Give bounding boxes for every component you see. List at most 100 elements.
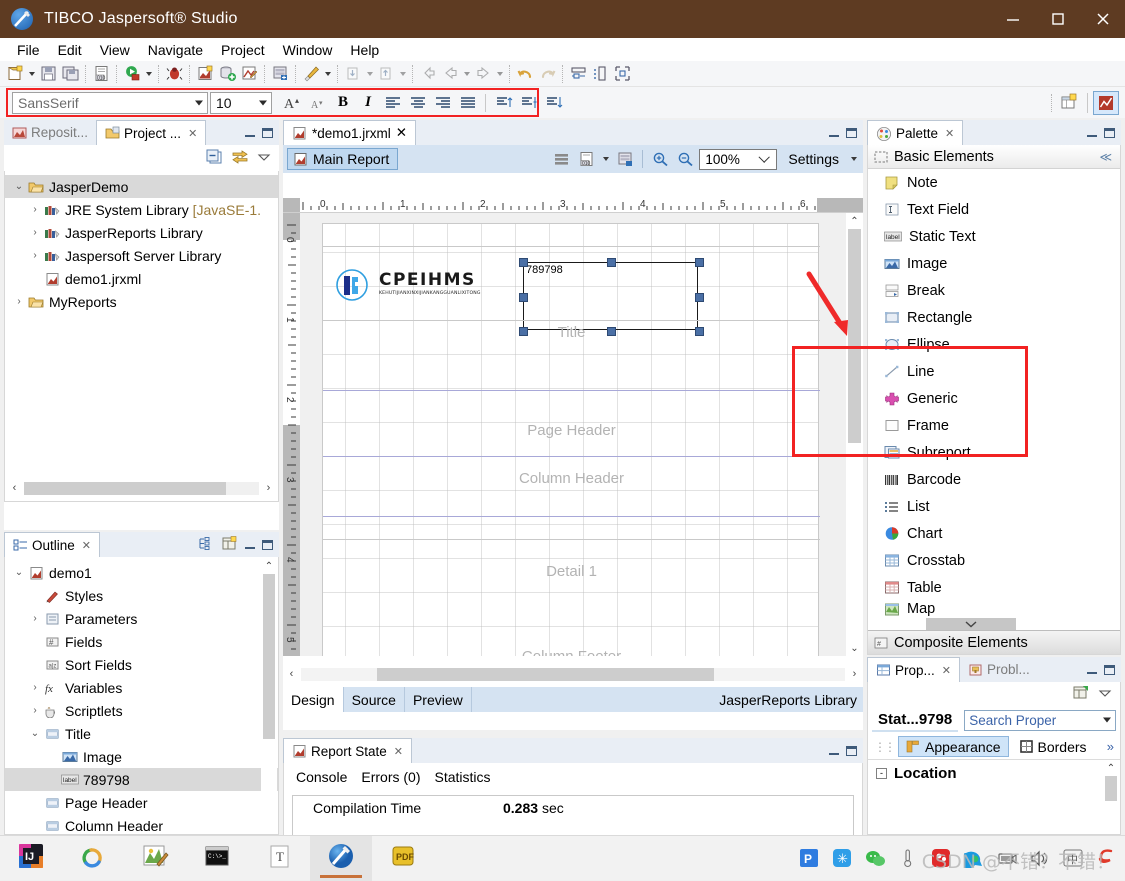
maximize-icon[interactable] [1104, 127, 1115, 138]
close-icon[interactable]: ✕ [394, 745, 403, 758]
taskbar-intellij-idea[interactable]: IJ [0, 836, 62, 881]
minimize-icon[interactable] [245, 540, 255, 549]
export-icon[interactable] [375, 63, 397, 85]
new-jasper-report-icon[interactable] [194, 63, 216, 85]
format-brush-icon[interactable] [300, 63, 322, 85]
outline-item-demo1[interactable]: ⌄ demo1 [5, 561, 278, 584]
drag-handle[interactable]: ⋮⋮ [874, 740, 896, 754]
zoom-in-icon[interactable] [649, 148, 671, 170]
resize-handle-ne[interactable] [695, 258, 704, 267]
new-style-wizard-icon[interactable] [238, 63, 260, 85]
outline-vertical-scrollbar[interactable]: ⌃ ⌄ [261, 558, 277, 833]
show-properties-icon[interactable] [221, 535, 238, 554]
editor-vertical-scrollbar[interactable]: ⌃ ⌄ [846, 213, 863, 656]
resize-handle-n[interactable] [607, 258, 616, 267]
menu-file[interactable]: File [8, 40, 49, 60]
scroll-right-icon[interactable]: › [260, 480, 277, 497]
scroll-thumb[interactable] [263, 574, 275, 740]
zoom-level-combo[interactable]: 100% [699, 148, 778, 170]
close-icon[interactable]: ✕ [945, 127, 954, 140]
chevron-down-icon[interactable]: ⌄ [11, 181, 27, 192]
chevron-down-icon[interactable] [1103, 717, 1111, 723]
subtab-borders[interactable]: Borders [1013, 736, 1094, 757]
outline-item-title-band[interactable]: ⌄ Title [5, 722, 278, 745]
report-perspective-icon[interactable] [1093, 90, 1119, 115]
decrease-font-size-icon[interactable]: A ▾ [306, 91, 330, 115]
tab-source[interactable]: Source [344, 687, 405, 712]
taskbar-terminal[interactable]: C:\>_ [186, 836, 248, 881]
back-arrow-icon[interactable] [439, 63, 461, 85]
minimize-icon[interactable] [1087, 665, 1097, 674]
align-center-icon[interactable] [406, 91, 430, 115]
maximize-icon[interactable] [262, 127, 273, 138]
settings-button[interactable]: Settings [780, 151, 845, 167]
tencent-meeting-icon[interactable] [963, 847, 985, 869]
minimize-button[interactable] [990, 0, 1035, 38]
tab-palette[interactable]: Palette ✕ [867, 120, 964, 145]
tab-report-state[interactable]: Report State ✕ [283, 738, 413, 763]
valign-top-icon[interactable] [492, 91, 516, 115]
outline-item-styles[interactable]: Styles [5, 584, 278, 607]
outline-item-page-header[interactable]: Page Header [5, 791, 278, 814]
tab-design[interactable]: Design [283, 687, 344, 712]
run-dropdown-caret[interactable] [143, 63, 154, 85]
tree-item-jasperdemo[interactable]: ⌄ JasperDemo [5, 175, 278, 198]
palette-item-break[interactable]: Break [868, 277, 1120, 304]
palette-item-map[interactable]: Map [868, 601, 1120, 617]
collapse-all-icon[interactable] [206, 149, 223, 168]
minimize-icon[interactable] [829, 746, 839, 755]
chevron-down-icon[interactable]: ⌄ [27, 728, 43, 739]
collapse-group-icon[interactable]: ≪ [1099, 150, 1120, 164]
new-icon[interactable] [4, 63, 26, 85]
wechat-icon[interactable] [864, 847, 886, 869]
tree-item-myreports[interactable]: › MyReports [5, 290, 278, 313]
thermometer-icon[interactable] [897, 847, 919, 869]
palette-item-line[interactable]: Line [868, 358, 1120, 385]
palette-item-crosstab[interactable]: Crosstab [868, 547, 1120, 574]
forward-arrow-icon[interactable] [472, 63, 494, 85]
palette-group-composite-elements[interactable]: # Composite Elements [868, 630, 1120, 654]
maximize-button[interactable] [1035, 0, 1080, 38]
close-icon[interactable]: ✕ [942, 664, 951, 677]
logo-image-element[interactable]: CPEIHMS KEHUTIJIANXINXIJIANKANGGUANLIXIT… [333, 269, 493, 305]
palette-item-rectangle[interactable]: Rectangle [868, 304, 1120, 331]
outline-item-sort-fields[interactable]: a|z Sort Fields [5, 653, 278, 676]
close-icon[interactable]: ✕ [396, 125, 407, 141]
scroll-thumb[interactable] [24, 481, 227, 495]
font-size-combo[interactable]: 10 [210, 91, 272, 114]
valign-bottom-icon[interactable] [542, 91, 566, 115]
tab-problems[interactable]: Probl... [960, 657, 1038, 682]
resize-handle-w[interactable] [519, 293, 528, 302]
band-list-icon[interactable] [550, 148, 572, 170]
main-report-button[interactable]: Main Report [287, 148, 399, 170]
tree-item-jaspersoft-server-library[interactable]: › Jaspersoft Server Library [5, 244, 278, 267]
view-menu-icon[interactable] [1098, 687, 1112, 702]
back-history-icon[interactable] [417, 63, 439, 85]
resize-handle-e[interactable] [695, 293, 704, 302]
italic-icon[interactable]: I [356, 91, 380, 115]
close-icon[interactable]: ✕ [82, 539, 91, 552]
chevron-right-icon[interactable]: › [27, 250, 43, 261]
powerpoint-icon[interactable]: P [798, 847, 820, 869]
undo-icon[interactable] [514, 63, 536, 85]
editor-horizontal-scrollbar[interactable]: ‹ › [283, 665, 863, 683]
sort-tree-icon[interactable] [198, 536, 214, 553]
project-horizontal-scrollbar[interactable]: ‹ › [6, 477, 277, 499]
subtab-statistics[interactable]: Statistics [435, 769, 491, 785]
run-icon[interactable] [121, 63, 143, 85]
open-perspective-icon[interactable] [1056, 91, 1082, 115]
properties-vertical-scrollbar[interactable]: ⌃ [1103, 760, 1119, 833]
redo-icon[interactable] [536, 63, 558, 85]
maximize-icon[interactable] [1104, 664, 1115, 675]
save-icon[interactable] [37, 63, 59, 85]
dataset-icon[interactable]: 010 [575, 148, 597, 170]
ime-icon[interactable]: 中 [1062, 847, 1084, 869]
palette-item-text-field[interactable]: Text Field [868, 196, 1120, 223]
palette-item-static-text[interactable]: label Static Text [868, 223, 1120, 250]
bold-icon[interactable]: B [331, 91, 355, 115]
outline-item-parameters[interactable]: › Parameters [5, 607, 278, 630]
band-layout-icon[interactable] [567, 63, 589, 85]
align-justify-icon[interactable] [456, 91, 480, 115]
settings-dropdown-caret[interactable] [848, 148, 859, 170]
format-brush-dropdown-caret[interactable] [322, 63, 333, 85]
